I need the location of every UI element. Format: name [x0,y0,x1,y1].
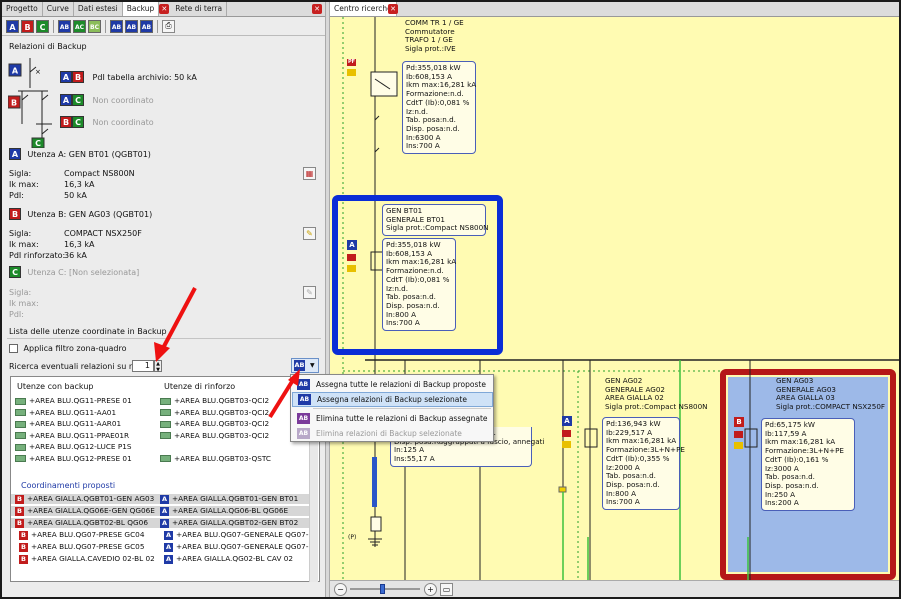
menu-assign-all[interactable]: AB Assegna tutte le relazioni di Backup p… [292,377,493,392]
menu-delete-all[interactable]: AB Elimina tutte le relazioni di Backup a… [292,411,493,426]
delete-selected-icon: AB [297,428,310,439]
menu-assign-all-label: Assegna tutte le relazioni di Backup pro… [316,380,486,389]
backup-context-menu: AB Assegna tutte le relazioni di Backup p… [290,374,494,442]
annotation-arrows [154,287,300,419]
menu-delete-all-label: Elimina tutte le relazioni di Backup ass… [316,414,488,423]
menu-separator [313,408,491,409]
menu-assign-selected-label: Assegna relazioni di Backup selezionate [317,395,467,404]
menu-delete-selected[interactable]: AB Elimina relazioni di Backup selezionat… [292,426,493,441]
menu-assign-selected[interactable]: AB Assegna relazioni di Backup selezionat… [292,392,493,407]
menu-delete-selected-label: Elimina relazioni di Backup selezionate [316,429,462,438]
